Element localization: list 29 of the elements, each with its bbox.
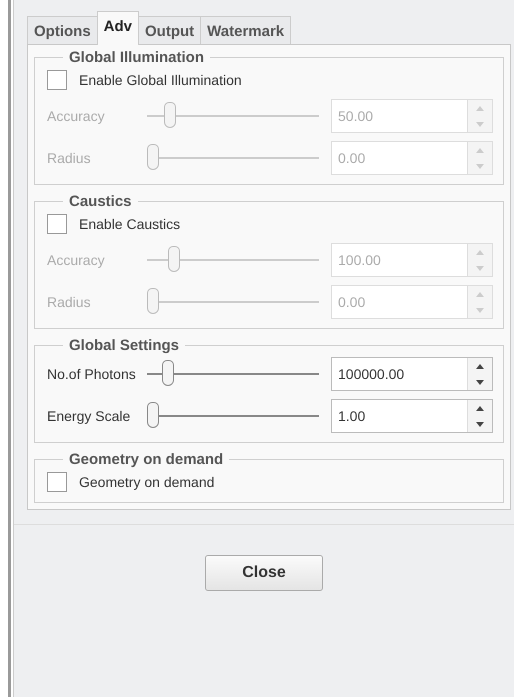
tab[interactable]: Adv — [96, 11, 140, 45]
slider-thumb[interactable] — [162, 360, 174, 386]
slider-label: Accuracy — [47, 252, 106, 268]
tab[interactable]: Options — [27, 16, 98, 44]
group-title: Global Settings — [68, 337, 180, 354]
slider-label: Radius — [47, 294, 92, 310]
slider-label: Energy Scale — [47, 408, 132, 424]
checkbox-label: Enable Caustics — [79, 216, 180, 232]
checkbox[interactable] — [47, 70, 67, 90]
slider-label: Radius — [47, 150, 92, 166]
group-title: Caustics — [68, 193, 133, 210]
group-title: Global Illumination — [68, 49, 205, 66]
number-field[interactable]: 100000.00 — [331, 357, 493, 391]
slider-thumb[interactable] — [147, 402, 159, 428]
up-arrow-icon[interactable] — [476, 406, 484, 410]
up-arrow-icon[interactable] — [476, 364, 484, 368]
tab[interactable]: Watermark — [200, 16, 292, 44]
checkbox-label: Geometry on demand — [79, 474, 214, 490]
group-title: Geometry on demand — [68, 451, 224, 468]
close-button[interactable]: Close — [205, 555, 323, 591]
down-arrow-icon[interactable] — [476, 380, 484, 384]
checkbox[interactable] — [47, 214, 67, 234]
number-field[interactable]: 1.00 — [331, 399, 493, 433]
checkbox[interactable] — [47, 472, 67, 492]
slider-label: No.of Photons — [47, 366, 137, 382]
down-arrow-icon[interactable] — [476, 422, 484, 426]
tab[interactable]: Output — [138, 16, 202, 44]
checkbox-label: Enable Global Illumination — [79, 72, 242, 88]
slider-label: Accuracy — [47, 108, 106, 124]
